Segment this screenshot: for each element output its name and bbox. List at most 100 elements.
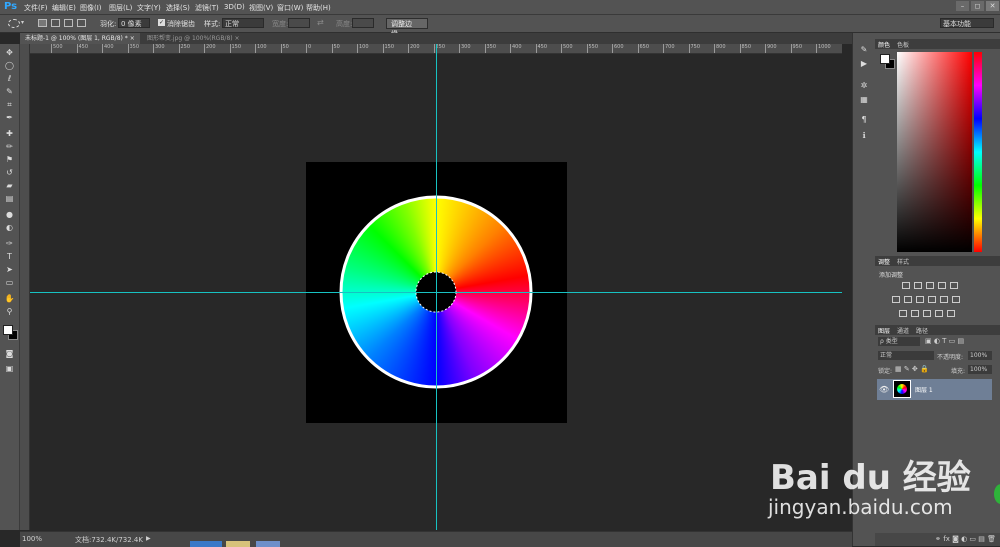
new-selection-icon[interactable] [38,19,47,27]
document-tab-active[interactable]: 未标题-1 @ 100% (图层 1, RGB/8) * × [20,33,140,44]
channel-mixer-adjustment-icon[interactable] [940,296,948,303]
menu-3d[interactable]: 3D(D) [224,3,245,11]
color-lookup-adjustment-icon[interactable] [952,296,960,303]
tab-paths[interactable]: 路径 [916,326,928,335]
exposure-adjustment-icon[interactable] [938,282,946,289]
rectangle-shape-icon[interactable]: ▭ [4,278,15,288]
menu-select[interactable]: 选择(S) [166,3,190,13]
color-balance-adjustment-icon[interactable] [904,296,912,303]
history-icon[interactable]: ✎ [858,45,870,55]
style-select[interactable]: 正常 [222,18,264,28]
threshold-adjustment-icon[interactable] [923,310,931,317]
menu-window[interactable]: 窗口(W) [277,3,303,13]
visibility-eye-icon[interactable]: 👁 [879,385,889,394]
menu-view[interactable]: 视图(V) [249,3,273,13]
tool-preset-chevron-icon[interactable]: ▾ [21,19,24,26]
horizontal-guide[interactable] [30,292,842,293]
layers-footer-icons[interactable]: ⚭ fx ◙ ◐ ▭ ▤ 🗑 [875,533,1000,546]
layer-kind-filter[interactable]: ρ 类型 [878,337,920,346]
gradient-map-adjustment-icon[interactable] [935,310,943,317]
tab-color[interactable]: 颜色 [878,40,890,49]
maximize-button[interactable]: ◻ [971,1,984,11]
clone-stamp-icon[interactable]: ⚑ [4,155,15,165]
workspace-select[interactable]: 基本功能 [940,18,994,28]
tab-adjustments[interactable]: 调整 [878,257,890,266]
path-select-icon[interactable]: ➤ [4,265,15,275]
menu-image[interactable]: 图像(I) [80,3,102,13]
dodge-icon[interactable]: ◐ [4,223,15,233]
actions-play-icon[interactable]: ▶ [858,59,870,69]
add-selection-icon[interactable] [51,19,60,27]
refine-edge-button[interactable]: 调整边缘... [386,18,428,38]
brush-settings-icon[interactable]: ✲ [858,81,870,91]
crop-icon[interactable]: ⌗ [4,100,15,110]
close-tab-icon[interactable]: × [235,35,240,42]
menu-type[interactable]: 文字(Y) [137,3,161,13]
curves-adjustment-icon[interactable] [926,282,934,289]
selective-color-adjustment-icon[interactable] [947,310,955,317]
brightness-adjustment-icon[interactable] [902,282,910,289]
gradient-icon[interactable]: ▤ [4,194,15,204]
menu-filter[interactable]: 滤镜(T) [195,3,219,13]
ellipse-marquee-icon[interactable]: ◯ [4,61,15,71]
brush-presets-icon[interactable]: ▦ [858,95,870,105]
move-icon[interactable]: ✥ [4,48,15,58]
layer-name[interactable]: 图层 1 [915,385,933,394]
lasso-icon[interactable]: ℓ [4,74,15,84]
black-white-adjustment-icon[interactable] [916,296,924,303]
menu-help[interactable]: 帮助(H) [306,3,331,13]
hand-icon[interactable]: ✋ [4,294,15,304]
foreground-color-swatch[interactable] [3,325,13,335]
character-icon[interactable]: ¶ [858,115,870,125]
brush-icon[interactable]: ✏ [4,142,15,152]
eyedropper-icon[interactable]: ✒ [4,113,15,123]
zoom-icon[interactable]: ⚲ [4,307,15,317]
height-input[interactable] [352,18,374,28]
screen-mode-icon[interactable]: ▣ [4,364,15,374]
invert-adjustment-icon[interactable] [899,310,907,317]
menu-file[interactable]: 文件(F) [24,3,48,13]
hue-saturation-adjustment-icon[interactable] [892,296,900,303]
quick-select-icon[interactable]: ✎ [4,87,15,97]
fill-input[interactable]: 100% [968,365,992,374]
hue-spectrum-slider[interactable] [974,52,982,252]
panel-foreground-swatch[interactable] [880,54,890,64]
eraser-icon[interactable]: ▰ [4,181,15,191]
status-menu-arrow-icon[interactable]: ▶ [146,535,151,542]
ellipse-marquee-icon[interactable] [8,19,20,28]
vibrance-adjustment-icon[interactable] [950,282,958,289]
menu-layer[interactable]: 图层(L) [109,3,132,13]
swap-dimensions-icon[interactable]: ⇄ [317,18,324,27]
feather-input[interactable]: 0 像素 [118,18,150,28]
minimize-button[interactable]: – [956,1,969,11]
healing-brush-icon[interactable]: ✚ [4,129,15,139]
tab-swatches[interactable]: 色板 [897,40,909,49]
blend-mode-select[interactable]: 正常 [878,351,934,360]
menu-edit[interactable]: 编辑(E) [52,3,76,13]
layer-filter-icons[interactable]: ▣ ◐ T ▭ ▤ [925,337,964,345]
history-brush-icon[interactable]: ↺ [4,168,15,178]
subtract-selection-icon[interactable] [64,19,73,27]
color-picker-field[interactable] [897,52,972,252]
info-icon[interactable]: ℹ [858,131,870,141]
pen-icon[interactable]: ✑ [4,239,15,249]
zoom-level[interactable]: 100% [22,535,42,543]
quick-mask-icon[interactable]: ◙ [4,349,15,359]
photo-filter-adjustment-icon[interactable] [928,296,936,303]
tab-styles[interactable]: 样式 [897,257,909,266]
tab-channels[interactable]: 通道 [897,326,909,335]
layer-row[interactable]: 👁 图层 1 [877,379,992,400]
posterize-adjustment-icon[interactable] [911,310,919,317]
vertical-guide[interactable] [436,44,437,530]
width-input[interactable] [288,18,310,28]
levels-adjustment-icon[interactable] [914,282,922,289]
close-tab-icon[interactable]: × [130,35,135,42]
document-tab[interactable]: 图形帮变.jpg @ 100%(RGB/8) × [142,33,245,44]
opacity-input[interactable]: 100% [968,351,992,360]
antialias-checkbox[interactable]: ✓ [158,19,165,26]
blur-icon[interactable]: ● [4,210,15,220]
intersect-selection-icon[interactable] [77,19,86,27]
type-icon[interactable]: T [4,252,15,262]
tab-layers[interactable]: 图层 [878,326,890,335]
lock-icons[interactable]: ▦ ✎ ✥ 🔒 [895,365,929,373]
